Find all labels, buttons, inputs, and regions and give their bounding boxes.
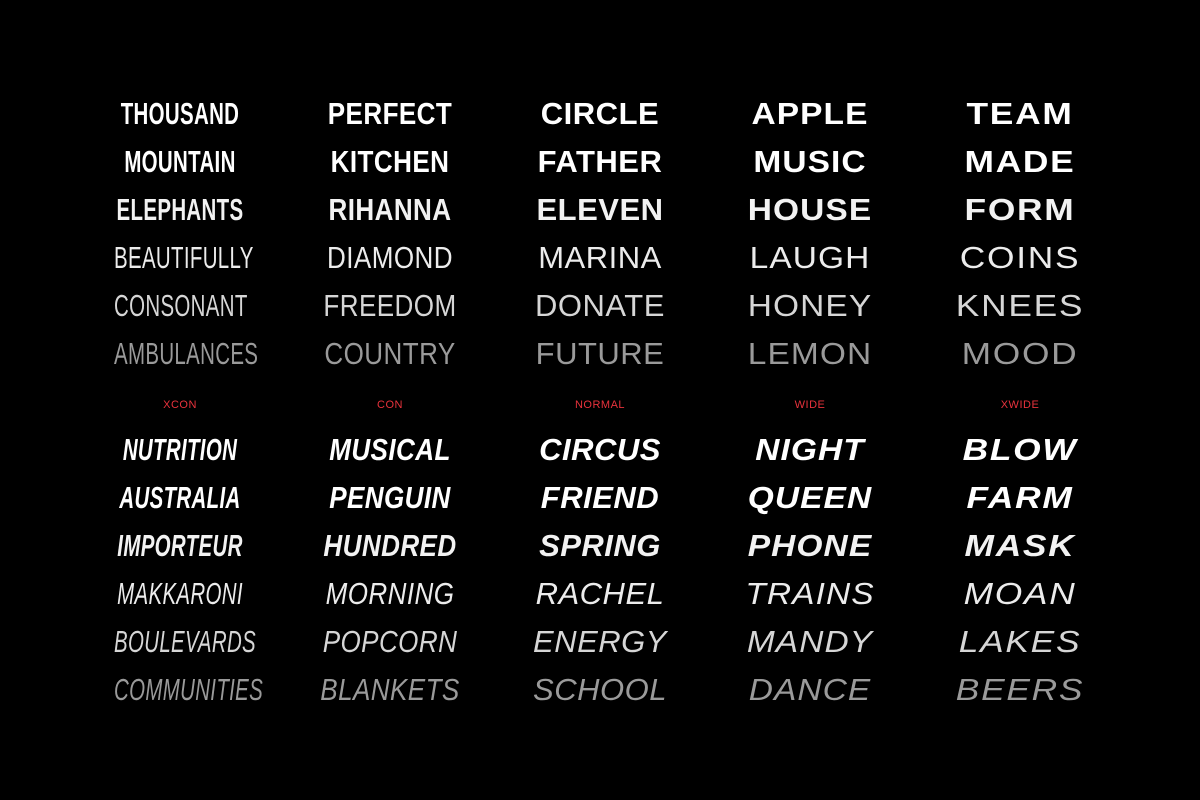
specimen-word: KNEES (955, 288, 1085, 323)
specimen-word: IMPORTEUR (117, 528, 243, 563)
width-label-xcon: XCON (163, 399, 197, 411)
specimen-word: COINS (959, 240, 1081, 275)
specimen-word: MOAN (963, 576, 1077, 611)
specimen-word: HUNDRED (323, 528, 457, 563)
specimen-word: MASK (964, 528, 1076, 563)
specimen-word: KITCHEN (330, 144, 450, 179)
specimen-word: DANCE (748, 672, 872, 707)
specimen-word: MAKKARONI (117, 576, 243, 611)
specimen-word: BOULEVARDS (114, 624, 257, 659)
specimen-word: PHONE (747, 528, 873, 563)
specimen-word: COMMUNITIES (114, 672, 264, 707)
specimen-word: HOUSE (747, 192, 873, 227)
specimen-word: FRIEND (540, 480, 660, 515)
specimen-word: QUEEN (747, 480, 873, 515)
specimen-word: NUTRITION (122, 432, 238, 467)
specimen-word: COUNTRY (324, 336, 456, 371)
specimen-word: DONATE (535, 288, 665, 323)
width-label-normal: NORMAL (574, 399, 626, 411)
column-xwide-italic: BLOW FARM MASK MOAN LAKES BEERS (920, 426, 1120, 714)
specimen-word: FARM (966, 480, 1074, 515)
specimen-word: FORM (964, 192, 1076, 227)
specimen-word: MANDY (746, 624, 874, 659)
specimen-word: RACHEL (535, 576, 665, 611)
column-xcon-italic: NUTRITION AUSTRALIA IMPORTEUR MAKKARONI … (80, 426, 280, 714)
specimen-word: CIRCLE (540, 96, 660, 131)
specimen-word: APPLE (751, 96, 869, 131)
column-xwide-upright: TEAM MADE FORM COINS KNEES MOOD (920, 90, 1120, 378)
specimen-word: BLOW (962, 432, 1078, 467)
specimen-word: TRAINS (745, 576, 875, 611)
specimen-word: LAUGH (749, 240, 871, 275)
specimen-word: THOUSAND (120, 96, 240, 131)
type-specimen: THOUSAND MOUNTAIN ELEPHANTS BEAUTIFULLY … (0, 0, 1200, 800)
specimen-word: PERFECT (327, 96, 453, 131)
column-normal-italic: CIRCUS FRIEND SPRING RACHEL ENERGY SCHOO… (500, 426, 700, 714)
specimen-word: TEAM (966, 96, 1074, 131)
specimen-word: RIHANNA (328, 192, 452, 227)
specimen-word: HONEY (747, 288, 873, 323)
specimen-word: FATHER (537, 144, 663, 179)
specimen-word: MARINA (538, 240, 662, 275)
specimen-word: BEERS (955, 672, 1085, 707)
width-label-xwide: XWIDE (1000, 399, 1040, 411)
specimen-word: ENERGY (533, 624, 667, 659)
specimen-word: LAKES (958, 624, 1082, 659)
specimen-word: CONSONANT (114, 288, 248, 323)
specimen-word: SCHOOL (533, 672, 667, 707)
column-xcon-upright: THOUSAND MOUNTAIN ELEPHANTS BEAUTIFULLY … (80, 90, 280, 378)
column-wide-upright: APPLE MUSIC HOUSE LAUGH HONEY LEMON (710, 90, 910, 378)
specimen-word: NIGHT (755, 432, 865, 467)
specimen-word: MUSIC (753, 144, 867, 179)
column-wide-italic: NIGHT QUEEN PHONE TRAINS MANDY DANCE (710, 426, 910, 714)
specimen-word: AMBULANCES (114, 336, 259, 371)
specimen-word: ELEVEN (536, 192, 664, 227)
specimen-word: CIRCUS (539, 432, 661, 467)
specimen-word: POPCORN (322, 624, 458, 659)
specimen-word: MADE (964, 144, 1076, 179)
specimen-word: ELEPHANTS (116, 192, 244, 227)
specimen-word: BEAUTIFULLY (114, 240, 254, 275)
width-label-con: CON (377, 399, 403, 411)
column-con-italic: MUSICAL PENGUIN HUNDRED MORNING POPCORN … (290, 426, 490, 714)
specimen-word: BLANKETS (320, 672, 460, 707)
specimen-word: LEMON (747, 336, 873, 371)
specimen-word: MOOD (961, 336, 1079, 371)
specimen-word: MUSICAL (329, 432, 451, 467)
specimen-word: MORNING (325, 576, 455, 611)
column-normal-upright: CIRCLE FATHER ELEVEN MARINA DONATE FUTUR… (500, 90, 700, 378)
specimen-word: PENGUIN (329, 480, 451, 515)
specimen-word: AUSTRALIA (119, 480, 241, 515)
specimen-word: FREEDOM (323, 288, 457, 323)
specimen-word: SPRING (539, 528, 661, 563)
specimen-word: FUTURE (535, 336, 665, 371)
specimen-word: DIAMOND (327, 240, 453, 275)
column-con-upright: PERFECT KITCHEN RIHANNA DIAMOND FREEDOM … (290, 90, 490, 378)
specimen-word: MOUNTAIN (124, 144, 236, 179)
width-label-wide: WIDE (794, 399, 826, 411)
